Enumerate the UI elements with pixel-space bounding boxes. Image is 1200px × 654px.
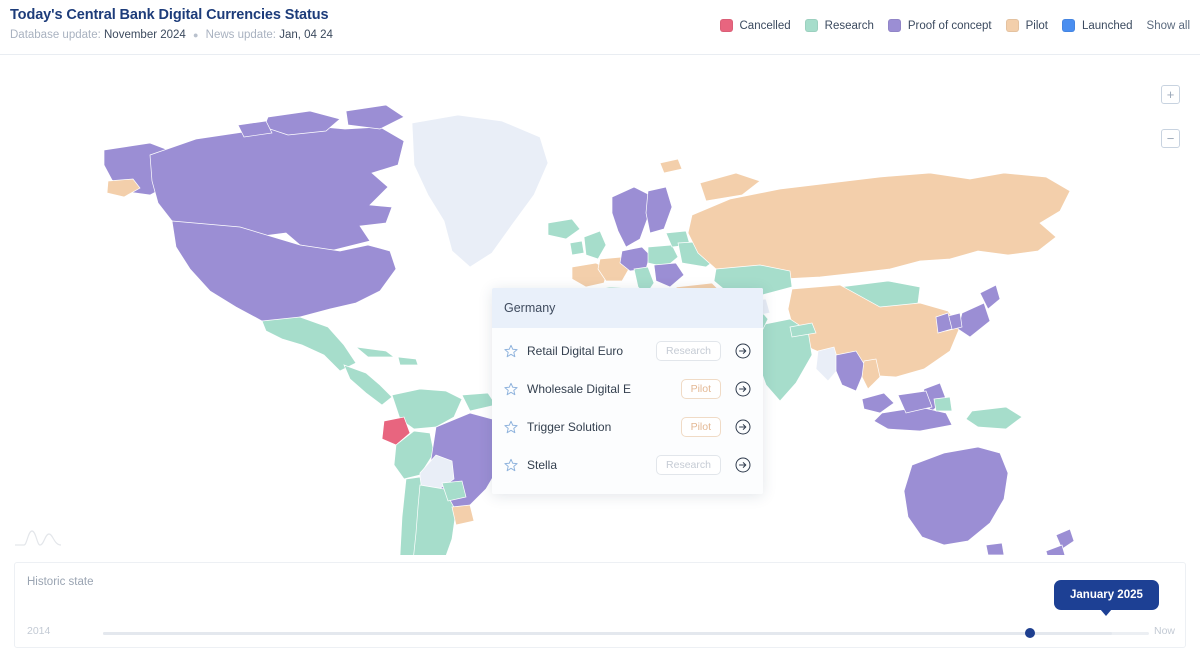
country-vietnam	[861, 358, 881, 390]
favorite-star-icon[interactable]	[504, 420, 518, 434]
world-map[interactable]: + − Germany Retail Digital Euro Research…	[0, 55, 1200, 555]
header-subline: Database update: November 2024 ● News up…	[10, 29, 333, 41]
project-status-badge: Research	[656, 455, 721, 475]
country-iceland	[547, 218, 581, 240]
legend-swatch-proof-of-concept	[887, 19, 901, 32]
country-cuba	[354, 346, 396, 358]
favorite-star-icon[interactable]	[504, 344, 518, 358]
database-update-value: November 2024	[104, 29, 186, 41]
timeline-value-bubble[interactable]: January 2025	[1054, 580, 1159, 616]
country-greenland	[411, 114, 549, 268]
country-canada-islands-2	[345, 104, 405, 130]
country-uk	[583, 230, 607, 260]
legend-item-research[interactable]: Research	[804, 19, 874, 32]
timeline-start-year: 2014	[27, 625, 51, 637]
country-name: Germany	[504, 301, 556, 315]
timeline-now-label: Now	[1153, 625, 1175, 637]
project-name: Retail Digital Euro	[527, 344, 624, 358]
legend-swatch-research	[804, 19, 818, 32]
news-update-label: News update:	[205, 29, 276, 41]
legend-label-launched: Launched	[1082, 19, 1133, 32]
country-mexico	[261, 316, 357, 372]
country-papua-new-guinea	[965, 406, 1023, 430]
legend-item-cancelled[interactable]: Cancelled	[719, 19, 791, 32]
zoom-out-button[interactable]: −	[1161, 129, 1180, 148]
legend-label-research: Research	[824, 19, 874, 32]
project-name: Trigger Solution	[527, 420, 612, 434]
chart-sparkline-icon[interactable]	[14, 525, 62, 547]
legend-swatch-launched	[1062, 19, 1075, 32]
map-zoom-controls: + −	[1161, 85, 1180, 173]
database-update-label: Database update:	[10, 29, 101, 41]
project-name: Stella	[527, 458, 558, 472]
country-finland	[645, 186, 673, 234]
project-status-badge: Pilot	[680, 417, 721, 437]
project-name: Wholesale Digital E	[527, 382, 632, 396]
country-central-america	[343, 364, 393, 406]
country-ireland	[569, 240, 585, 256]
country-card-header: Germany	[492, 288, 763, 328]
legend-label-pilot: Pilot	[1025, 19, 1048, 32]
timeline-track[interactable]	[103, 632, 1149, 635]
country-guyanas	[461, 392, 497, 412]
open-details-arrow-icon[interactable]	[735, 343, 751, 359]
timeline-fill	[103, 632, 1113, 635]
legend-item-launched[interactable]: Launched	[1062, 19, 1133, 32]
historic-timeline[interactable]: Historic state 2014 Now January 2025	[14, 562, 1186, 648]
open-details-arrow-icon[interactable]	[735, 419, 751, 435]
legend-label-proof-of-concept: Proof of concept	[907, 19, 992, 32]
zoom-in-button[interactable]: +	[1161, 85, 1180, 104]
legend-item-pilot[interactable]: Pilot	[1005, 19, 1048, 32]
country-malaysia	[861, 392, 895, 414]
country-australia	[903, 446, 1009, 546]
project-row[interactable]: Trigger Solution Pilot	[492, 408, 763, 446]
project-row[interactable]: Stella Research	[492, 446, 763, 484]
country-russia-west-wrap	[106, 178, 141, 198]
show-all-button[interactable]: Show all	[1147, 20, 1190, 32]
news-update-value: Jan, 04 24	[279, 29, 333, 41]
favorite-star-icon[interactable]	[504, 382, 518, 396]
country-sulawesi	[933, 396, 953, 412]
country-uruguay	[451, 504, 475, 526]
timeline-slider-handle[interactable]	[1025, 628, 1035, 638]
separator-dot: ●	[193, 29, 199, 40]
country-hispaniola	[397, 356, 419, 366]
project-row[interactable]: Wholesale Digital E Pilot	[492, 370, 763, 408]
country-detail-card[interactable]: Germany Retail Digital Euro Research Who…	[492, 288, 763, 494]
app-header: Today's Central Bank Digital Currencies …	[0, 0, 1200, 55]
page-title: Today's Central Bank Digital Currencies …	[10, 7, 329, 23]
country-tasmania	[985, 542, 1005, 555]
country-svalbard	[659, 158, 683, 174]
legend: Cancelled Research Proof of concept Pilo…	[719, 19, 1193, 32]
legend-swatch-pilot	[1005, 19, 1019, 32]
country-japan-2	[957, 302, 991, 338]
country-balkans	[653, 262, 685, 288]
header-left: Today's Central Bank Digital Currencies …	[10, 7, 333, 41]
cbdc-tracker-app: Today's Central Bank Digital Currencies …	[0, 0, 1200, 654]
timeline-label: Historic state	[27, 576, 94, 588]
project-status-badge: Research	[656, 341, 721, 361]
legend-swatch-cancelled	[719, 19, 733, 32]
legend-item-proof-of-concept[interactable]: Proof of concept	[887, 19, 992, 32]
project-row[interactable]: Retail Digital Euro Research	[492, 332, 763, 370]
legend-label-cancelled: Cancelled	[739, 19, 791, 32]
project-status-badge: Pilot	[680, 379, 721, 399]
country-card-body: Retail Digital Euro Research Wholesale D…	[492, 328, 763, 494]
country-norway-sweden	[611, 186, 651, 248]
favorite-star-icon[interactable]	[504, 458, 518, 472]
open-details-arrow-icon[interactable]	[735, 381, 751, 397]
open-details-arrow-icon[interactable]	[735, 457, 751, 473]
